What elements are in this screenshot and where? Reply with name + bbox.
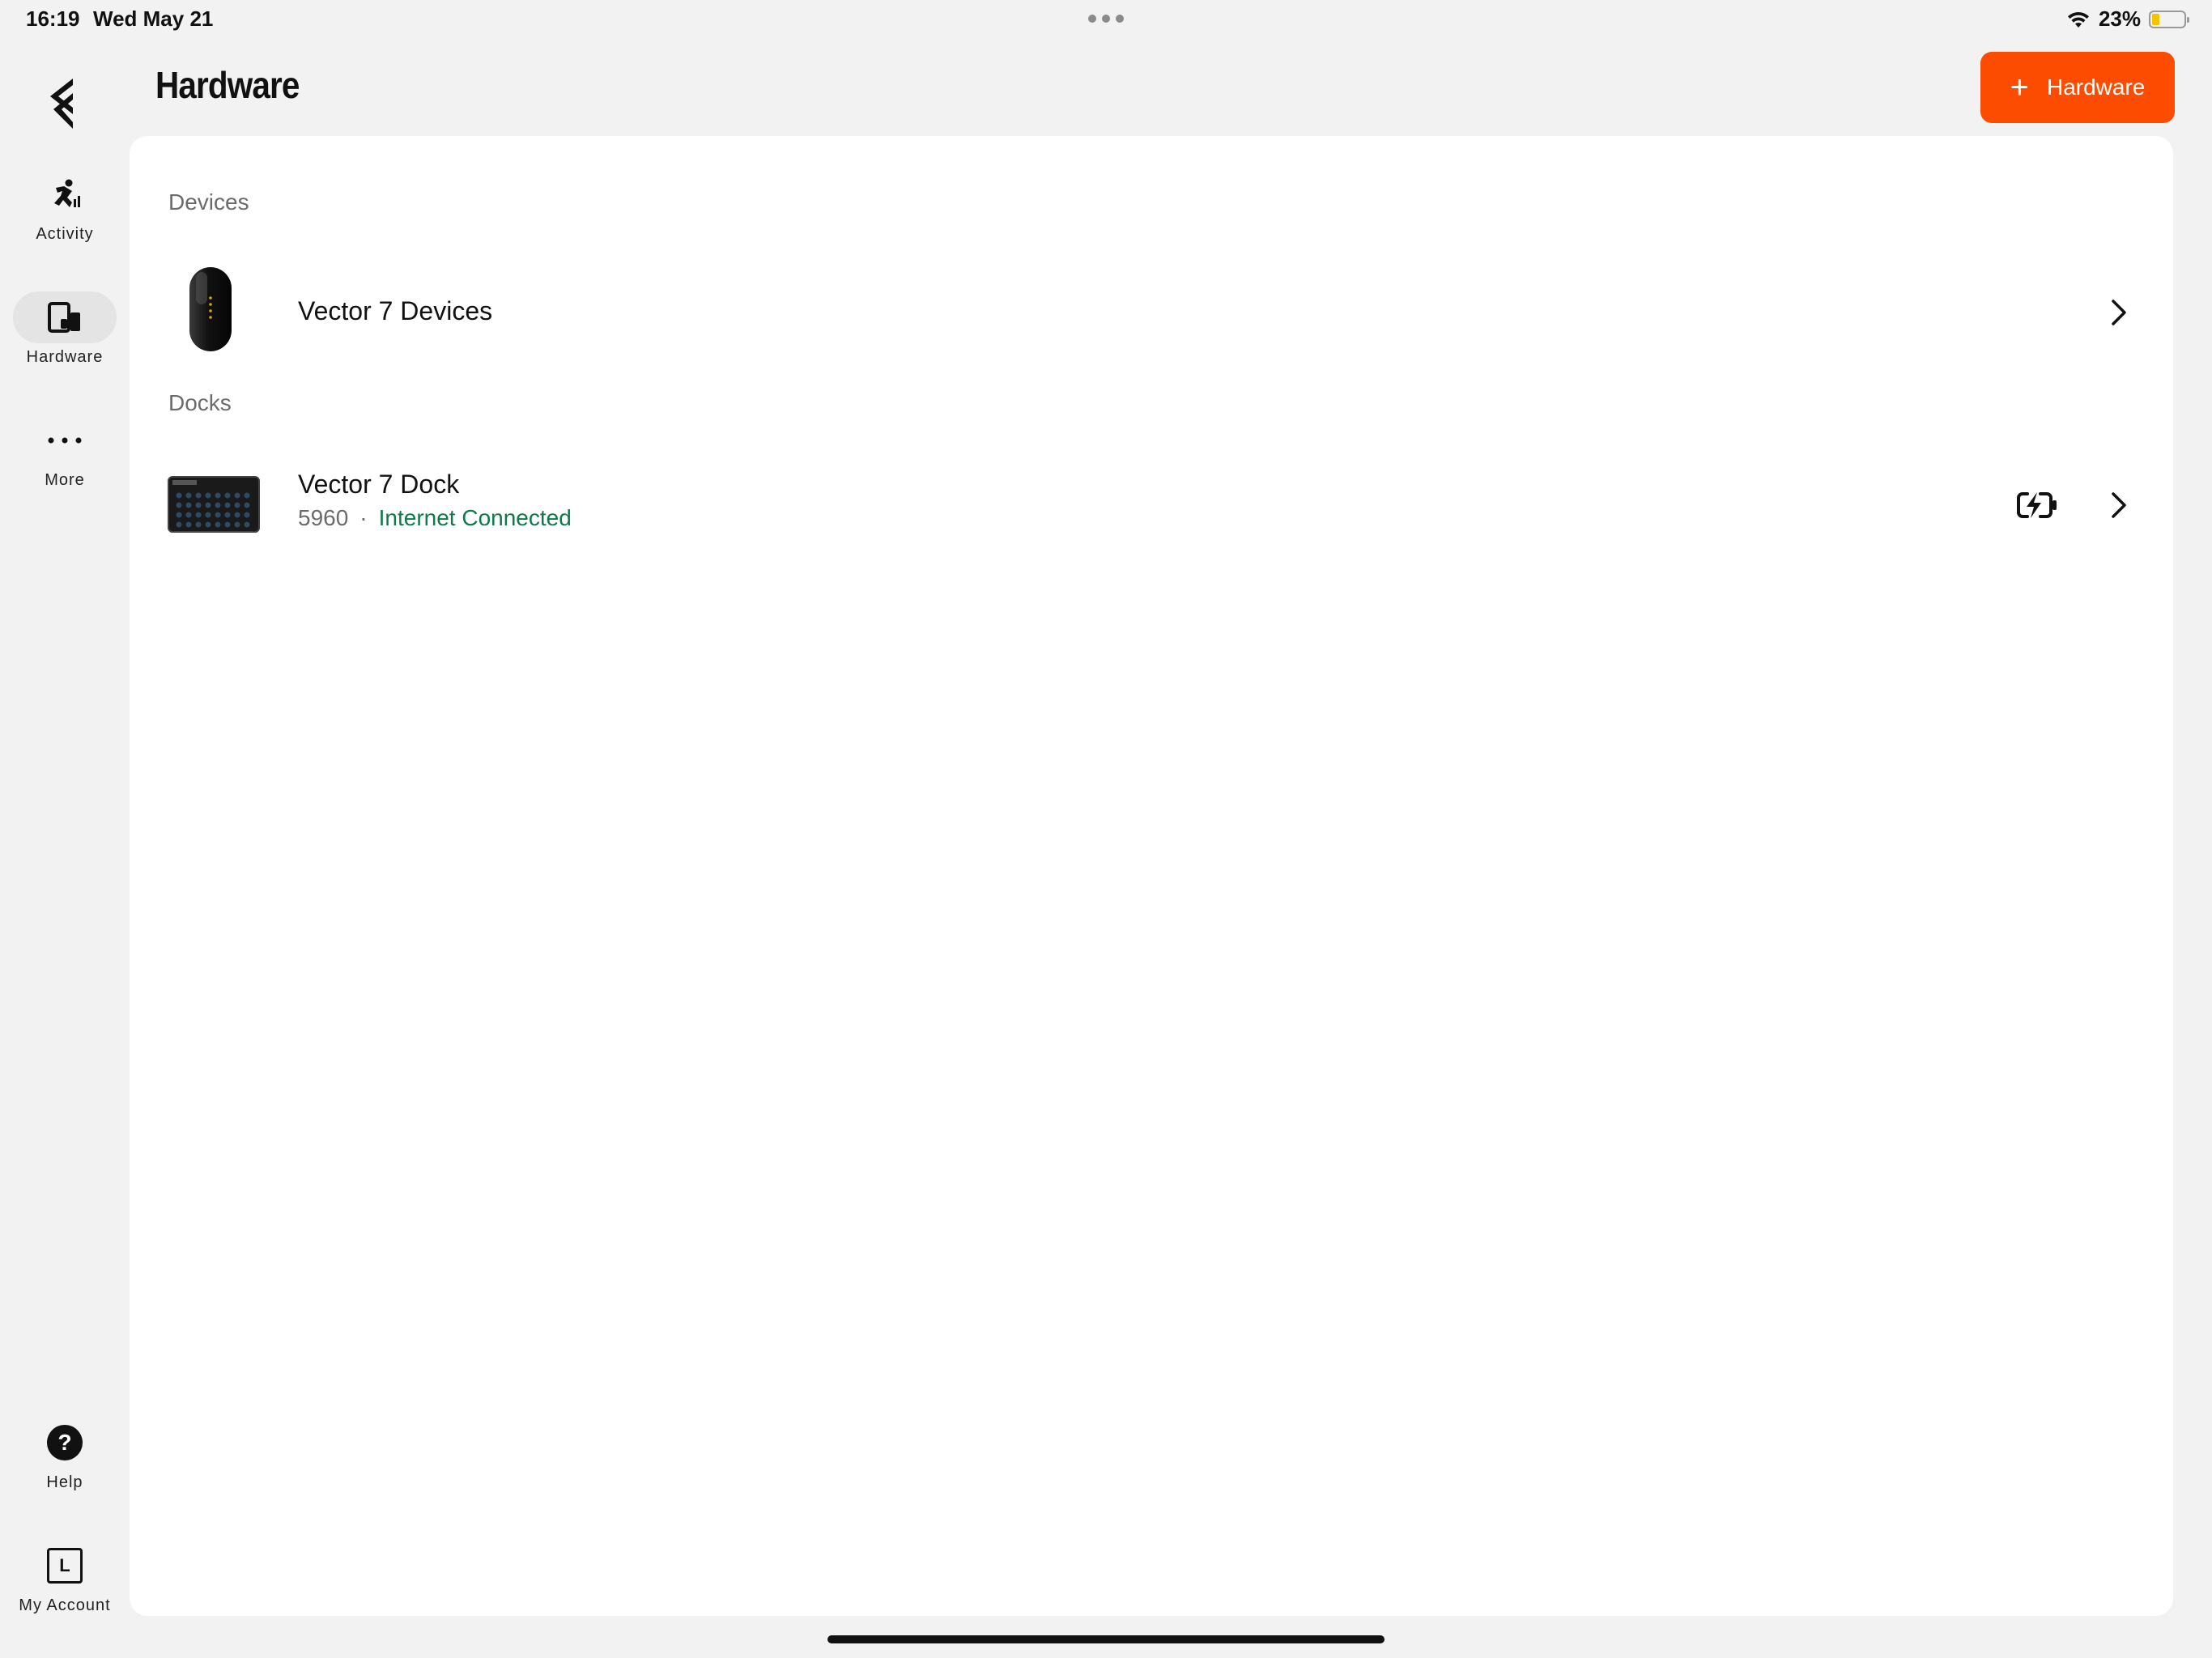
sidebar-item-more[interactable]: More bbox=[0, 414, 130, 490]
device-image bbox=[189, 267, 232, 351]
plus-icon: + bbox=[2010, 70, 2029, 105]
sidebar-item-hardware-icon-wrap bbox=[13, 291, 117, 343]
hardware-list-card: Devices Vector 7 Devices Docks Vector 7 … bbox=[130, 136, 2173, 1616]
sidebar-item-label: Help bbox=[46, 1473, 83, 1491]
sidebar-item-help[interactable]: ? Help bbox=[0, 1417, 130, 1492]
add-hardware-button[interactable]: + Hardware bbox=[1980, 52, 2175, 123]
dock-connection-status: Internet Connected bbox=[378, 505, 572, 530]
list-item-vector-7-dock[interactable]: Vector 7 Dock 5960 · Internet Connected bbox=[130, 449, 2173, 562]
page-title: Hardware bbox=[155, 64, 300, 106]
add-hardware-button-label: Hardware bbox=[2046, 74, 2146, 100]
hardware-icon bbox=[48, 302, 80, 333]
battery-percent: 23% bbox=[2098, 6, 2141, 31]
avatar-letter: L bbox=[59, 1555, 70, 1575]
sidebar-item-activity-icon-wrap bbox=[13, 168, 117, 220]
sidebar-item-account-icon-wrap: L bbox=[13, 1540, 117, 1592]
sidebar: Activity Hardware More ? Help L My Accou… bbox=[0, 39, 130, 1658]
status-date: Wed May 21 bbox=[93, 6, 214, 31]
multitasking-dots-icon[interactable] bbox=[1088, 15, 1124, 23]
dock-meta: 5960 · Internet Connected bbox=[298, 505, 572, 531]
dock-image bbox=[168, 476, 260, 533]
dock-name: Vector 7 Dock bbox=[298, 470, 460, 499]
status-time: 16:19 bbox=[26, 6, 80, 31]
svg-text:?: ? bbox=[57, 1430, 71, 1455]
status-bar: 16:19 Wed May 21 23% bbox=[0, 0, 2212, 39]
chevron-right-icon bbox=[2112, 492, 2126, 518]
help-icon: ? bbox=[47, 1425, 83, 1460]
separator-dot: · bbox=[359, 505, 368, 530]
sidebar-item-activity[interactable]: Activity bbox=[0, 168, 130, 244]
activity-runner-icon bbox=[54, 179, 80, 207]
device-name: Vector 7 Devices bbox=[298, 296, 493, 325]
more-dots-icon bbox=[48, 437, 82, 444]
battery-charging-icon bbox=[2017, 492, 2057, 518]
section-header-devices: Devices bbox=[168, 189, 249, 215]
brand-logo-icon[interactable] bbox=[42, 75, 87, 132]
list-item-vector-7-devices[interactable]: Vector 7 Devices bbox=[130, 256, 2173, 369]
sidebar-item-more-icon-wrap bbox=[13, 414, 117, 466]
home-indicator[interactable] bbox=[827, 1635, 1385, 1643]
wifi-icon bbox=[2067, 11, 2089, 28]
battery-icon bbox=[2149, 10, 2189, 28]
sidebar-item-my-account[interactable]: L My Account bbox=[0, 1540, 130, 1615]
chevron-right-icon bbox=[2112, 300, 2126, 325]
section-header-docks: Docks bbox=[168, 390, 232, 415]
sidebar-item-label: Hardware bbox=[26, 348, 104, 366]
sidebar-item-hardware[interactable]: Hardware bbox=[0, 291, 130, 367]
dock-id: 5960 bbox=[298, 505, 349, 530]
sidebar-item-help-icon-wrap: ? bbox=[13, 1417, 117, 1469]
account-icon: L bbox=[47, 1548, 83, 1584]
sidebar-item-label: Activity bbox=[36, 225, 94, 243]
status-indicators: 23% bbox=[2066, 6, 2189, 32]
battery-fill bbox=[2152, 13, 2159, 25]
sidebar-item-label: More bbox=[45, 471, 85, 489]
sidebar-item-label: My Account bbox=[19, 1596, 111, 1614]
